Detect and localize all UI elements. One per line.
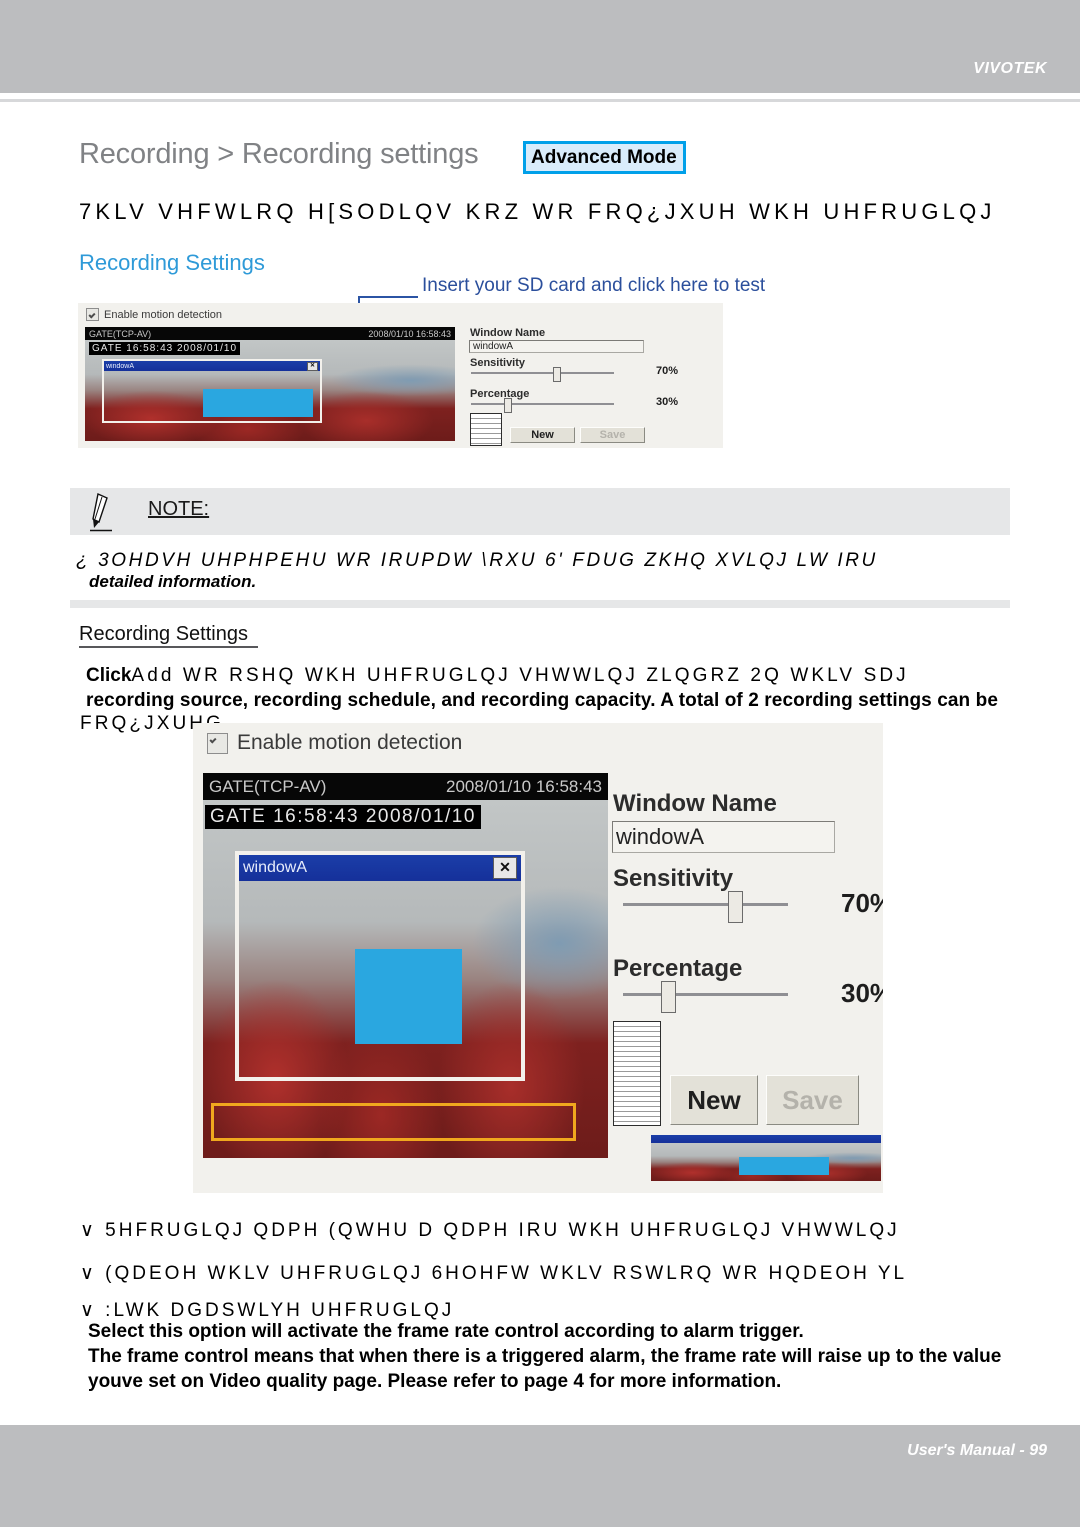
motion-window-title-large: windowA: [243, 859, 308, 876]
percentage-slider-track-large[interactable]: [623, 993, 788, 996]
osd-overlay-large: GATE 16:58:43 2008/01/10: [205, 805, 481, 829]
percentage-slider-knob-small[interactable]: [504, 398, 512, 413]
window-name-input-small[interactable]: windowA: [469, 340, 644, 353]
osd-timestamp-large: 2008/01/10 16:58:43: [446, 776, 602, 796]
paragraph-line-1-rest: Add WR RSHQ WKH UHFRUGLQJ VHWWLQJ ZLQGRZ…: [131, 665, 909, 686]
new-button-small[interactable]: New: [510, 427, 575, 443]
percentage-label-large: Percentage: [613, 955, 743, 982]
close-icon[interactable]: ✕: [307, 361, 318, 371]
sensitivity-slider-track-small[interactable]: [471, 372, 614, 374]
checkbox-checked-icon[interactable]: [86, 308, 99, 321]
window-name-label-large: Window Name: [613, 790, 777, 817]
percentage-label-small: Percentage: [470, 388, 530, 400]
note-header-band: [70, 488, 1010, 535]
screenshot-motion-detection-large: Enable motion detection GATE(TCP-AV) 200…: [193, 723, 883, 1193]
sensitivity-value-large: 70%: [841, 888, 883, 918]
note-line-2: detailed information.: [89, 572, 257, 591]
bullet-adaptive-recording: ∨ :LWK DGDSWLYH UHFRUGLQJ: [80, 1300, 455, 1321]
motion-activity-block-large: [355, 949, 462, 1044]
video-preview-small: GATE(TCP-AV) 2008/01/10 16:58:43 GATE 16…: [85, 327, 455, 441]
advanced-mode-button[interactable]: Advanced Mode: [523, 141, 686, 174]
page-title: Recording > Recording settings: [79, 138, 479, 170]
paragraph-line-2: recording source, recording schedule, an…: [86, 690, 998, 711]
window-name-input-large[interactable]: windowA: [612, 821, 835, 853]
subsection-heading: Recording Settings: [79, 623, 248, 645]
video-strip-titlebar: [651, 1135, 881, 1143]
close-icon[interactable]: ✕: [493, 857, 517, 879]
osd-channel-name: GATE(TCP-AV): [89, 328, 152, 339]
enable-motion-detection-checkbox-row-small[interactable]: Enable motion detection: [86, 308, 222, 321]
adaptive-note-line-1: Select this option will activate the fra…: [88, 1321, 804, 1342]
percentage-slider-knob-large[interactable]: [661, 981, 676, 1013]
video-osd-bar-large: GATE(TCP-AV) 2008/01/10 16:58:43: [203, 773, 608, 800]
sensitivity-slider-track-large[interactable]: [623, 903, 788, 906]
enable-motion-detection-label: Enable motion detection: [104, 308, 223, 321]
video-preview-large: GATE(TCP-AV) 2008/01/10 16:58:43 GATE 16…: [203, 773, 608, 1158]
note-footer-band: [70, 600, 1010, 608]
new-button-large[interactable]: New: [670, 1075, 758, 1125]
section-heading-link[interactable]: Recording Settings: [79, 250, 265, 276]
percentage-slider-track-small[interactable]: [471, 403, 614, 405]
osd-channel-name-large: GATE(TCP-AV): [209, 776, 327, 796]
adaptive-note-line-2: The frame control means that when there …: [88, 1346, 1002, 1367]
enable-motion-detection-label-large: Enable motion detection: [237, 731, 463, 754]
advanced-mode-label: Advanced Mode: [531, 147, 677, 168]
advanced-mode-inner: Advanced Mode: [526, 144, 683, 171]
motion-window-title-small: windowA: [106, 362, 135, 370]
highlight-box-adaptive-recording: [211, 1103, 576, 1141]
callout-leader-horizontal: [358, 296, 418, 298]
bullet-recording-name: ∨ 5HFRUGLQJ QDPH (QWHU D QDPH IRU WKH UH…: [80, 1220, 900, 1241]
video-preview-strip: [651, 1135, 881, 1181]
window-name-label-small: Window Name: [470, 327, 546, 339]
save-button-small[interactable]: Save: [580, 427, 645, 443]
callout-text: Insert your SD card and click here to te…: [422, 275, 766, 296]
page-header-bar: [0, 0, 1080, 93]
pencil-icon: [90, 493, 112, 532]
footer-page-label: User's Manual - 99: [907, 1442, 1047, 1459]
percentage-value-small: 30%: [656, 396, 679, 408]
motion-activity-block-small: [203, 389, 313, 417]
header-divider: [0, 99, 1080, 102]
paragraph-line-1: ClickAdd WR RSHQ WKH UHFRUGLQJ VHWWLQJ Z…: [86, 665, 1080, 687]
brand-logo: VIVOTEK: [973, 60, 1047, 77]
sensitivity-label-large: Sensitivity: [613, 865, 734, 892]
osd-timestamp: 2008/01/10 16:58:43: [368, 328, 451, 339]
note-line-1: ¿ 3OHDVH UHPHPEHU WR IRUPDW \RXU 6' FDUG…: [76, 550, 878, 571]
save-button-large[interactable]: Save: [766, 1075, 859, 1125]
motion-window-titlebar-small: windowA ✕: [104, 361, 320, 371]
sensitivity-slider-knob-large[interactable]: [728, 891, 743, 923]
sensitivity-slider-knob-small[interactable]: [553, 367, 561, 382]
sensitivity-label-small: Sensitivity: [470, 357, 526, 369]
screenshot-motion-detection-small: Enable motion detection GATE(TCP-AV) 200…: [78, 303, 723, 448]
note-title: NOTE:: [148, 498, 210, 520]
intro-paragraph: 7KLV VHFWLRQ H[SODLQV KRZ WR FRQ¿JXUH WK…: [79, 199, 996, 224]
percentage-value-large: 30%: [841, 978, 883, 1008]
video-strip-block: [739, 1157, 829, 1175]
page-footer-bar: [0, 1425, 1080, 1527]
paragraph-click-bold: Click: [86, 665, 132, 686]
adaptive-note-line-3: youve set on Video quality page. Please …: [88, 1371, 782, 1392]
osd-overlay-small: GATE 16:58:43 2008/01/10: [89, 342, 241, 355]
enable-motion-detection-checkbox-row-large[interactable]: Enable motion detection: [207, 731, 462, 755]
subsection-heading-underline: [79, 646, 258, 648]
profile-grid-large[interactable]: [613, 1021, 661, 1126]
bullet-enable-recording: ∨ (QDEOH WKLV UHFRUGLQJ 6HOHFW WKLV RSWL…: [80, 1263, 908, 1284]
video-osd-bar-small: GATE(TCP-AV) 2008/01/10 16:58:43: [85, 327, 455, 340]
motion-window-titlebar-large: windowA ✕: [239, 855, 521, 881]
sensitivity-value-small: 70%: [656, 365, 679, 377]
checkbox-checked-icon[interactable]: [207, 732, 228, 754]
profile-grid-small[interactable]: [470, 413, 502, 446]
